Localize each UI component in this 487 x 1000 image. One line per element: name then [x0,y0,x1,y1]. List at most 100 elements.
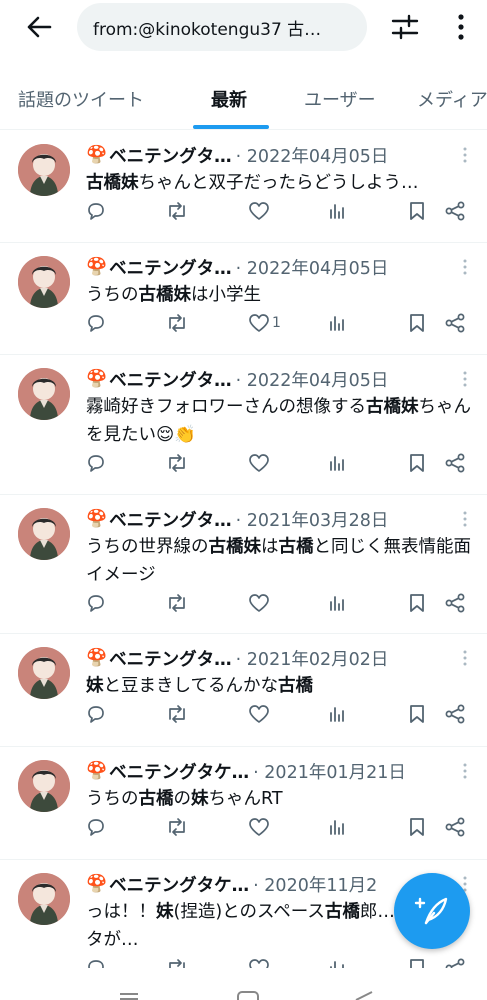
like-button[interactable] [248,197,272,225]
tweet-more-icon[interactable] [457,145,473,165]
avatar[interactable] [18,647,70,699]
tab-top-tweets[interactable]: 話題のツイート [18,70,144,128]
display-name[interactable]: ベニテングタ… [109,646,232,671]
tab-latest[interactable]: 最新 [211,70,247,128]
tweet-item[interactable]: 🍄 ベニテングタ… · 2021年02月02日 妹と豆まきしてるんかな古橋 [0,634,487,747]
retweet-button[interactable] [166,813,188,841]
retweet-icon [169,705,185,723]
like-button[interactable]: 1 [248,309,281,337]
avatar[interactable] [18,873,70,925]
active-tab-indicator [193,125,269,129]
tweet-date[interactable]: · 2020年11月2 [253,872,377,897]
tweet-item[interactable]: 🍄 ベニテングタ… · 2021年03月28日 うちの世界線の古橋妹は古橋と同じく無表… [0,495,487,634]
like-button[interactable] [248,813,272,841]
avatar[interactable] [18,508,70,560]
retweet-button[interactable] [166,589,188,617]
tweet-date[interactable]: · 2022年04月05日 [236,367,389,392]
tweet-header: 🍄 ベニテングタケ… · 2020年11月2 [86,871,447,897]
like-button[interactable] [248,589,272,617]
tab-media[interactable]: メディア [417,70,487,128]
retweet-button[interactable] [166,449,188,477]
tweet-date[interactable]: · 2022年04月05日 [236,255,389,280]
display-name[interactable]: ベニテングタ… [109,507,232,532]
views-button[interactable] [327,449,347,477]
share-button[interactable] [444,197,466,225]
share-button[interactable] [444,813,466,841]
bookmark-button[interactable] [408,700,426,728]
retweet-icon [169,202,185,220]
tweet-text: うちの古橋の妹ちゃんRT [86,785,475,813]
bookmark-icon [410,594,424,612]
tweet-more-icon[interactable] [457,648,473,668]
views-button[interactable] [327,700,347,728]
reply-button[interactable] [86,700,106,728]
tweet-text-segment: 霧崎好きフォロワーさんの想像する [86,397,366,417]
views-button[interactable] [327,197,347,225]
tweet-date[interactable]: · 2021年03月28日 [236,507,389,532]
share-icon [445,704,465,724]
tweet-item[interactable]: 🍄 ベニテングタケ… · 2021年01月21日 うちの古橋の妹ちゃんRT [0,747,487,860]
mushroom-emoji-icon: 🍄 [86,648,108,668]
views-icon [330,316,344,331]
share-icon [445,313,465,333]
share-button[interactable] [444,700,466,728]
reply-button[interactable] [86,197,106,225]
share-button[interactable] [444,309,466,337]
tweet-date[interactable]: · 2022年04月05日 [236,143,389,168]
mushroom-emoji-icon: 🍄 [86,874,108,894]
tweet-more-icon[interactable] [457,257,473,277]
bookmark-button[interactable] [408,813,426,841]
tweet-text: うちの世界線の古橋妹は古橋と同じく無表情能面イメージ [86,533,475,589]
tweet-date[interactable]: · 2021年01月21日 [253,759,406,784]
tab-users[interactable]: ユーザー [304,70,376,128]
tweet-actions [86,589,476,617]
display-name[interactable]: ベニテングタ… [109,255,232,280]
avatar[interactable] [18,256,70,308]
like-button[interactable] [248,449,272,477]
reply-button[interactable] [86,309,106,337]
display-name[interactable]: ベニテングタ… [109,367,232,392]
avatar[interactable] [18,368,70,420]
avatar[interactable] [18,144,70,196]
tweet-date[interactable]: · 2021年02月02日 [236,646,389,671]
back-nav-icon [355,991,373,1000]
reply-button[interactable] [86,449,106,477]
views-icon [330,820,344,835]
compose-button[interactable] [394,873,470,949]
views-button[interactable] [327,309,347,337]
tweet-more-icon[interactable] [457,509,473,529]
bookmark-button[interactable] [408,309,426,337]
sliders-icon[interactable] [390,12,420,42]
bookmark-button[interactable] [408,449,426,477]
share-button[interactable] [444,449,466,477]
share-button[interactable] [444,589,466,617]
retweet-button[interactable] [166,197,188,225]
views-button[interactable] [327,813,347,841]
display-name[interactable]: ベニテングタ… [109,143,232,168]
keyword-highlight: 妹 [86,676,104,696]
search-input[interactable]: from:@kinokotengu37 古… [77,3,367,51]
tweet-more-icon[interactable] [457,369,473,389]
tweet-item[interactable]: 🍄 ベニテングタ… · 2022年04月05日 霧崎好きフォロワーさんの想像する古橋妹… [0,355,487,495]
tweet-item[interactable]: 🍄 ベニテングタ… · 2022年04月05日 古橋妹ちゃんと双子だったらどうしよう… [0,131,487,243]
tweet-actions [86,813,476,841]
reply-button[interactable] [86,813,106,841]
bookmark-button[interactable] [408,197,426,225]
retweet-button[interactable] [166,309,188,337]
reply-button[interactable] [86,589,106,617]
more-vertical-icon[interactable] [448,12,474,42]
bookmark-button[interactable] [408,589,426,617]
keyword-highlight: 古橋妹 [86,173,139,193]
back-arrow-icon[interactable] [22,12,56,42]
retweet-button[interactable] [166,700,188,728]
tweet-more-icon[interactable] [457,761,473,781]
like-button[interactable] [248,700,272,728]
display-name[interactable]: ベニテングタケ… [109,872,249,897]
keyword-highlight: 古橋妹 [208,537,262,557]
views-button[interactable] [327,589,347,617]
avatar[interactable] [18,760,70,812]
tweet-item[interactable]: 🍄 ベニテングタ… · 2022年04月05日 うちの古橋妹は小学生 1 [0,243,487,355]
reply-icon [88,595,104,612]
display-name[interactable]: ベニテングタケ… [109,759,249,784]
views-icon [330,204,344,219]
